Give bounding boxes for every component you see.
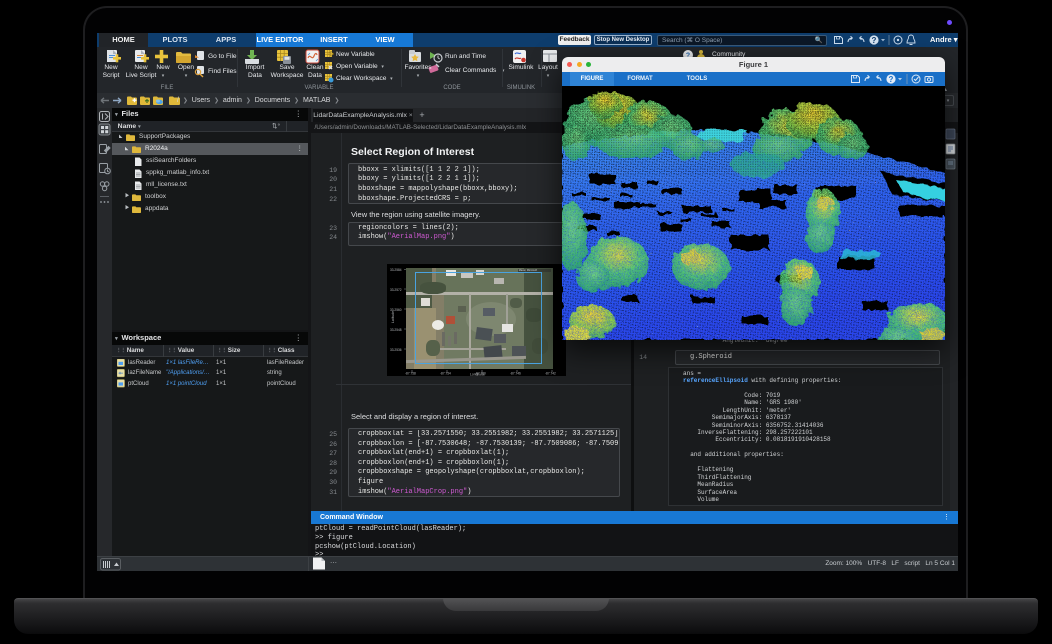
- svg-text:-87.754: -87.754: [440, 372, 451, 376]
- svg-text:33.2572: 33.2572: [390, 288, 402, 292]
- svg-text:33.2584: 33.2584: [390, 268, 402, 272]
- svg-text:-87.746: -87.746: [510, 372, 521, 376]
- svg-text:33.2548: 33.2548: [390, 328, 402, 332]
- svg-text:?: ?: [889, 75, 894, 84]
- svg-text:Longitude: Longitude: [470, 373, 485, 376]
- svg-text:Latitude: Latitude: [391, 311, 395, 323]
- svg-text:-87.742: -87.742: [545, 372, 556, 376]
- svg-text:?: ?: [872, 36, 877, 45]
- svg-text:33.2536: 33.2536: [390, 348, 402, 352]
- svg-text:-87.758: -87.758: [405, 372, 416, 376]
